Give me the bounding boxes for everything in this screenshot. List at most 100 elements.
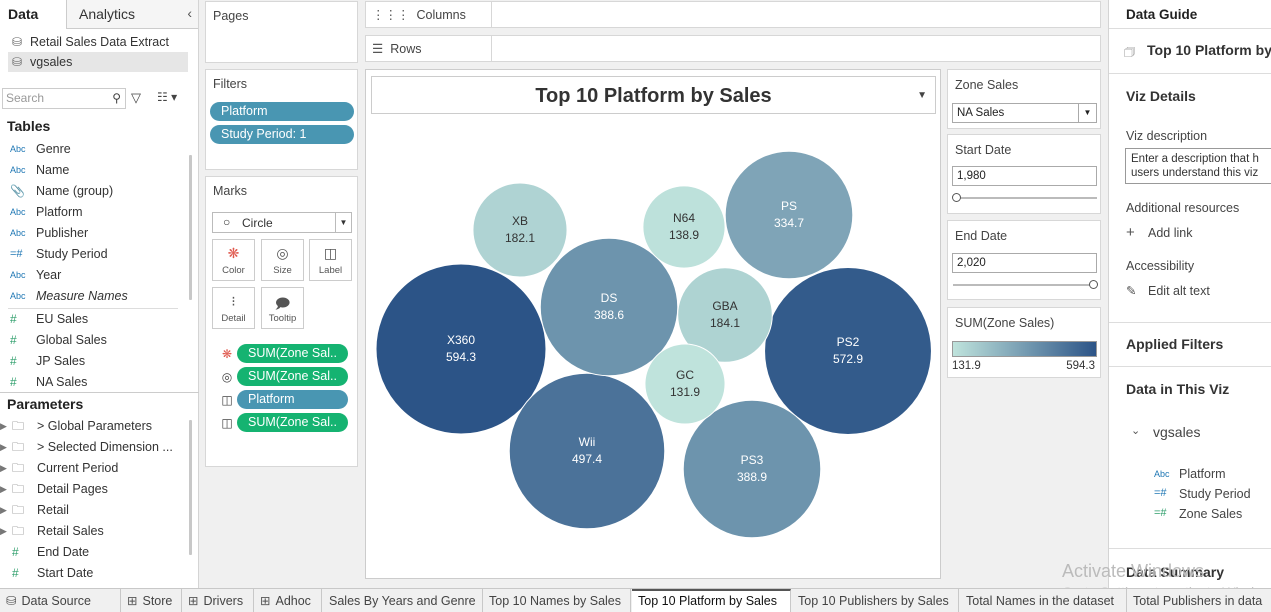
field-label: Study Period — [36, 247, 108, 261]
edit-alt-text-button[interactable]: Edit alt text — [1148, 284, 1210, 298]
bubble-gc[interactable] — [644, 343, 726, 425]
bubble-ps2[interactable] — [764, 267, 932, 435]
slider-handle[interactable] — [952, 193, 961, 202]
parameters-scrollbar[interactable] — [189, 420, 192, 555]
tab-top10-publishers[interactable]: Top 10 Publishers by Sales — [792, 589, 959, 612]
datasource-label: vgsales — [30, 55, 73, 69]
plus-icon[interactable]: + — [1126, 224, 1135, 241]
bubble-n64[interactable] — [642, 185, 726, 269]
pencil-icon[interactable]: ✎ — [1126, 283, 1136, 298]
param-current-period[interactable]: ▶ 🗀 Current Period — [0, 458, 180, 479]
tables-scrollbar[interactable] — [189, 155, 192, 300]
marks-label-button[interactable]: ◫ Label — [309, 239, 352, 281]
marks-pill-color[interactable]: SUM(Zone Sal.. — [237, 344, 348, 363]
filter-pill-study-period[interactable]: Study Period: 1 — [210, 125, 354, 144]
marks-tooltip-button[interactable]: 🗩 Tooltip — [261, 287, 304, 329]
start-date-slider[interactable] — [952, 193, 1097, 202]
viz-canvas[interactable]: Top 10 Platform by Sales ▼ X360 594.3 PS2 57… — [365, 69, 941, 579]
field-year[interactable]: Abc Year — [8, 265, 186, 286]
bubble-value-gc: 131.9 — [670, 385, 700, 399]
field-global-sales[interactable]: # Global Sales — [8, 330, 186, 351]
field-platform[interactable]: Abc Platform — [8, 202, 186, 223]
marks-detail-button[interactable]: ⁝ Detail — [212, 287, 255, 329]
marks-pill-label-sales[interactable]: SUM(Zone Sal.. — [237, 413, 348, 432]
database-icon: ⛁ — [6, 594, 17, 608]
field-study-period[interactable]: =# Study Period — [8, 244, 186, 265]
field-jp-sales[interactable]: # JP Sales — [8, 351, 186, 372]
param-detail-pages[interactable]: ▶ 🗀 Detail Pages — [0, 479, 180, 500]
field-na-sales[interactable]: # NA Sales — [8, 372, 186, 393]
start-date-title: Start Date — [955, 143, 1012, 157]
slider-handle[interactable] — [1089, 280, 1098, 289]
collapse-pane-icon[interactable]: ‹ — [187, 5, 192, 21]
end-date-input[interactable]: 2,020 — [952, 253, 1097, 273]
field-measure-names[interactable]: Abc Measure Names — [8, 286, 186, 307]
columns-shelf[interactable]: ⋮⋮⋮ Columns — [365, 1, 1101, 28]
expand-icon[interactable]: ▶ — [0, 437, 7, 458]
param-end-date[interactable]: # End Date — [0, 542, 180, 563]
zone-sales-select[interactable]: NA Sales ▼ — [952, 103, 1097, 123]
tab-data-source[interactable]: ⛁ Data Source — [0, 589, 121, 612]
param-global-parameters[interactable]: ▶ 🗀 > Global Parameters — [0, 416, 180, 437]
field-publisher[interactable]: Abc Publisher — [8, 223, 186, 244]
param-retail[interactable]: ▶ 🗀 Retail — [0, 500, 180, 521]
tab-total-names[interactable]: Total Names in the dataset — [960, 589, 1127, 612]
field-name[interactable]: Abc Name — [8, 160, 186, 181]
tab-adhoc[interactable]: ⊞ Adhoc — [254, 589, 322, 612]
bubble-value-ps3: 388.9 — [737, 470, 767, 484]
marks-color-button[interactable]: ❋ Color — [212, 239, 255, 281]
datasource-vgsales[interactable]: ⛁ vgsales — [8, 52, 188, 72]
field-name-group[interactable]: 📎 Name (group) — [8, 181, 186, 202]
activation-watermark: Activate Windows — [1062, 561, 1205, 581]
mark-type-dropdown[interactable]: ○ Circle ▼ — [212, 212, 352, 233]
datasource-retail[interactable]: ⛁ Retail Sales Data Extract — [8, 32, 188, 52]
bubble-wii[interactable] — [508, 372, 666, 530]
marks-size-button[interactable]: ◎ Size — [261, 239, 304, 281]
tab-store[interactable]: ⊞ Store — [121, 589, 182, 612]
filter-icon[interactable]: ▽ — [131, 90, 141, 106]
chevron-down-icon[interactable]: ⌄ — [1131, 424, 1140, 437]
filters-shelf[interactable]: Filters Platform Study Period: 1 — [205, 69, 358, 170]
param-retail-sales[interactable]: ▶ 🗀 Retail Sales — [0, 521, 180, 542]
field-genre[interactable]: Abc Genre — [8, 139, 186, 160]
tab-sales-by-years[interactable]: Sales By Years and Genre — [323, 589, 483, 612]
bubble-ps[interactable] — [724, 150, 854, 280]
bubble-label-gc: GC — [676, 368, 694, 382]
tab-analytics[interactable]: Analytics — [71, 0, 135, 29]
expand-icon[interactable]: ▶ — [0, 458, 7, 479]
expand-icon[interactable]: ▶ — [0, 521, 7, 542]
expand-icon[interactable]: ▶ — [0, 479, 7, 500]
legend-max: 594.3 — [1066, 360, 1095, 372]
tab-top10-platform[interactable]: Top 10 Platform by Sales — [632, 589, 791, 612]
filter-pill-platform[interactable]: Platform — [210, 102, 354, 121]
bubble-xb[interactable] — [472, 182, 568, 278]
bubble-x360[interactable] — [375, 263, 547, 435]
marks-pill-label-platform[interactable]: Platform — [237, 390, 348, 409]
pages-shelf[interactable]: Pages — [205, 1, 358, 63]
end-date-slider[interactable] — [953, 280, 1098, 289]
start-date-input[interactable]: 1,980 — [952, 166, 1097, 186]
field-search-input[interactable]: Search ⚲ — [2, 88, 126, 109]
tab-total-publishers[interactable]: Total Publishers in data — [1127, 589, 1271, 612]
viz-description-input[interactable]: Enter a description that h users underst… — [1125, 148, 1271, 184]
rows-shelf[interactable]: ☰ Rows — [365, 35, 1101, 62]
param-start-date[interactable]: # Start Date — [0, 563, 180, 584]
guide-title: Data Guide — [1126, 7, 1198, 22]
marks-title: Marks — [213, 184, 248, 198]
tab-data[interactable]: Data — [0, 0, 67, 29]
bubble-value-xb: 182.1 — [505, 231, 535, 245]
field-eu-sales[interactable]: # EU Sales — [8, 309, 186, 330]
marks-pill-size[interactable]: SUM(Zone Sal.. — [237, 367, 348, 386]
expand-icon[interactable]: ▶ — [0, 416, 7, 437]
add-link-button[interactable]: Add link — [1148, 226, 1192, 240]
tab-top10-names[interactable]: Top 10 Names by Sales — [483, 589, 631, 612]
tab-drivers[interactable]: ⊞ Drivers — [182, 589, 254, 612]
end-date-title: End Date — [955, 229, 1008, 243]
param-selected-dimension[interactable]: ▶ 🗀 > Selected Dimension ... — [0, 437, 180, 458]
expand-icon[interactable]: ▶ — [0, 500, 7, 521]
view-list-icon[interactable]: ☷ ▾ — [157, 90, 177, 104]
string-icon: Abc — [10, 228, 26, 238]
tab-label: Drivers — [203, 594, 244, 608]
bubble-ps3[interactable] — [682, 399, 822, 539]
search-placeholder: Search — [6, 91, 45, 105]
